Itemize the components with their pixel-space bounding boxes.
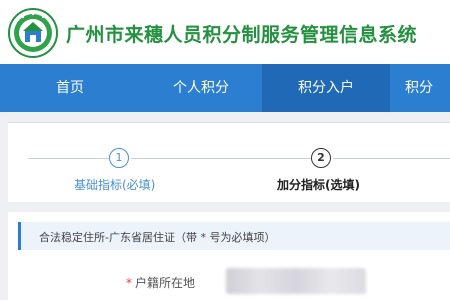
field-label-household-registration: * 户籍所在地 xyxy=(126,274,195,291)
nav-item-home[interactable]: 首页 xyxy=(0,64,140,112)
nav-item-personal-points[interactable]: 个人积分 xyxy=(140,64,262,112)
main-nav: 首页 个人积分 积分入户 积分 xyxy=(0,64,450,112)
step-connector xyxy=(131,158,311,159)
form-panel: 合法稳定住所-广东省居住证（带 * 号为必填项） * 户籍所在地 xyxy=(8,212,450,300)
step-2-circle[interactable]: 2 xyxy=(311,148,331,168)
field-label-text: 户籍所在地 xyxy=(135,276,196,290)
section-title: 合法稳定住所-广东省居住证（带 * 号为必填项） xyxy=(39,231,276,244)
site-header: 广州市来穗人员积分制服务管理信息系统 xyxy=(0,0,450,64)
site-title: 广州市来穗人员积分制服务管理信息系统 xyxy=(66,24,418,46)
nav-item-points-settlement[interactable]: 积分入户 xyxy=(262,64,390,112)
step-connector xyxy=(28,158,109,159)
site-logo-icon xyxy=(8,8,58,58)
step-1-circle[interactable]: 1 xyxy=(109,148,129,168)
step-1-label[interactable]: 基础指标(必填) xyxy=(74,176,155,193)
step-progress: 1 2 基础指标(必填) 加分指标(选填) xyxy=(8,122,450,202)
step-2-label[interactable]: 加分指标(选填) xyxy=(277,176,360,193)
main-content: 1 2 基础指标(必填) 加分指标(选填) 合法稳定住所-广东省居住证（带 * … xyxy=(0,112,450,300)
household-registration-field[interactable] xyxy=(226,268,366,294)
required-mark: * xyxy=(126,276,132,290)
step-connector xyxy=(333,158,450,159)
nav-item-points-more[interactable]: 积分 xyxy=(405,64,450,112)
section-header: 合法稳定住所-广东省居住证（带 * 号为必填项） xyxy=(18,222,450,250)
